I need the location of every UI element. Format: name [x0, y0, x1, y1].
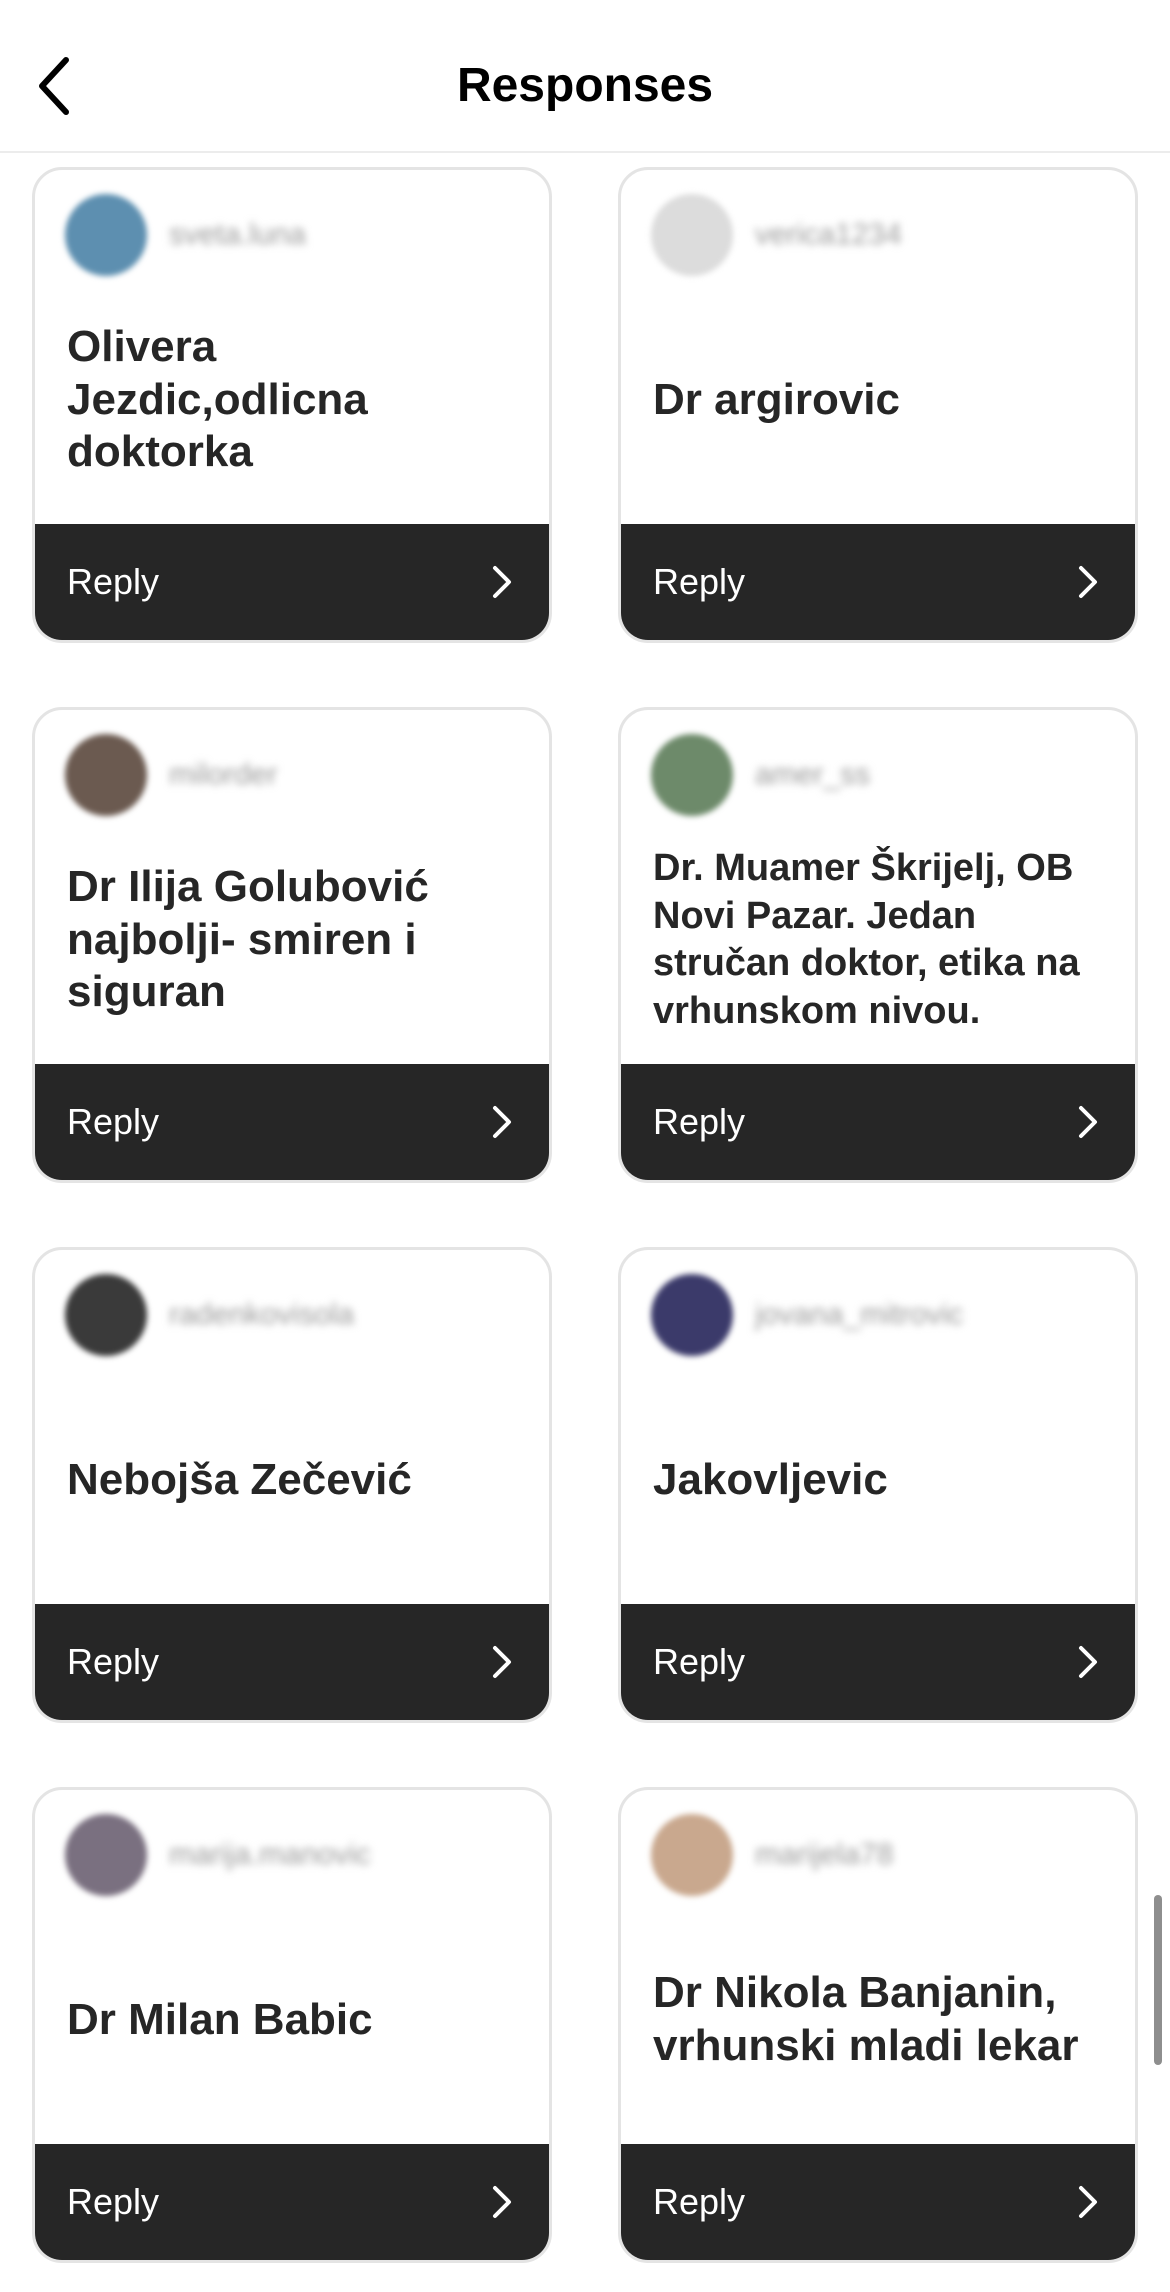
reply-button[interactable]: Reply [35, 2144, 549, 2260]
chevron-right-icon [493, 2186, 511, 2218]
scrollbar[interactable] [1154, 1895, 1162, 2065]
avatar [65, 1274, 147, 1356]
chevron-right-icon [493, 1106, 511, 1138]
response-card: radenkovisola Nebojša Zečević Reply [32, 1247, 552, 1723]
response-text: Dr Ilija Golubović najbolji- smiren i si… [67, 861, 429, 1017]
username: verica1234 [755, 218, 902, 251]
response-author[interactable]: amer_ss [651, 734, 870, 816]
page-title: Responses [456, 59, 714, 112]
response-card: milorder Dr Ilija Golubović najbolji- sm… [32, 707, 552, 1183]
response-author[interactable]: milorder [65, 734, 277, 816]
avatar [65, 1814, 147, 1896]
reply-label: Reply [653, 2181, 746, 2222]
response-text: Dr Nikola Banjanin, vrhunski mladi lekar [653, 1968, 1079, 2070]
username: milorder [169, 758, 278, 791]
avatar [651, 734, 733, 816]
response-author[interactable]: verica1234 [651, 194, 902, 276]
avatar [651, 194, 733, 276]
response-card: amer_ss Dr. Muamer Škrijelj, OB Novi Paz… [618, 707, 1138, 1183]
response-card: verica1234 Dr argirovic Reply [618, 167, 1138, 643]
response-author[interactable]: jovana_mitrovic [651, 1274, 963, 1356]
reply-button[interactable]: Reply [621, 524, 1135, 640]
top-bar: Responses [0, 0, 1170, 153]
responses-grid: sveta.luna Olivera Jezdic,odlicna doktor… [32, 167, 1138, 2263]
avatar [65, 734, 147, 816]
response-card: sveta.luna Olivera Jezdic,odlicna doktor… [32, 167, 552, 643]
response-author[interactable]: marijela78 [651, 1814, 893, 1896]
reply-label: Reply [67, 1641, 160, 1682]
reply-label: Reply [67, 2181, 160, 2222]
chevron-right-icon [1079, 566, 1097, 598]
response-text: Olivera Jezdic,odlicna doktorka [67, 321, 368, 477]
chevron-right-icon [1079, 1646, 1097, 1678]
reply-label: Reply [67, 561, 160, 602]
response-card: marija.manovic Dr Milan Babic Reply [32, 1787, 552, 2263]
reply-button[interactable]: Reply [621, 2144, 1135, 2260]
reply-label: Reply [653, 1101, 746, 1142]
reply-label: Reply [653, 561, 746, 602]
reply-button[interactable]: Reply [35, 1604, 549, 1720]
reply-button[interactable]: Reply [35, 524, 549, 640]
avatar [65, 194, 147, 276]
response-card: marijela78 Dr Nikola Banjanin, vrhunski … [618, 1787, 1138, 2263]
chevron-right-icon [493, 1646, 511, 1678]
response-text: Jakovljevic [653, 1454, 888, 1504]
username: radenkovisola [169, 1298, 355, 1331]
response-text: Dr argirovic [653, 374, 900, 424]
response-author[interactable]: radenkovisola [65, 1274, 354, 1356]
reply-button[interactable]: Reply [621, 1064, 1135, 1180]
avatar [651, 1274, 733, 1356]
username: amer_ss [755, 758, 871, 791]
chevron-right-icon [493, 566, 511, 598]
reply-label: Reply [653, 1641, 746, 1682]
response-author[interactable]: sveta.luna [65, 194, 306, 276]
username: sveta.luna [169, 218, 306, 251]
reply-button[interactable]: Reply [35, 1064, 549, 1180]
username: marijela78 [755, 1838, 894, 1871]
avatar [651, 1814, 733, 1896]
response-text: Nebojša Zečević [67, 1454, 412, 1504]
chevron-right-icon [1079, 2186, 1097, 2218]
chevron-right-icon [1079, 1106, 1097, 1138]
response-card: jovana_mitrovic Jakovljevic Reply [618, 1247, 1138, 1723]
response-author[interactable]: marija.manovic [65, 1814, 371, 1896]
reply-label: Reply [67, 1101, 160, 1142]
username: marija.manovic [169, 1838, 371, 1871]
response-text: Dr Milan Babic [67, 1994, 373, 2044]
response-text: Dr. Muamer Škrijelj, OB Novi Pazar. Jeda… [653, 847, 1080, 1032]
username: jovana_mitrovic [755, 1298, 964, 1331]
reply-button[interactable]: Reply [621, 1604, 1135, 1720]
